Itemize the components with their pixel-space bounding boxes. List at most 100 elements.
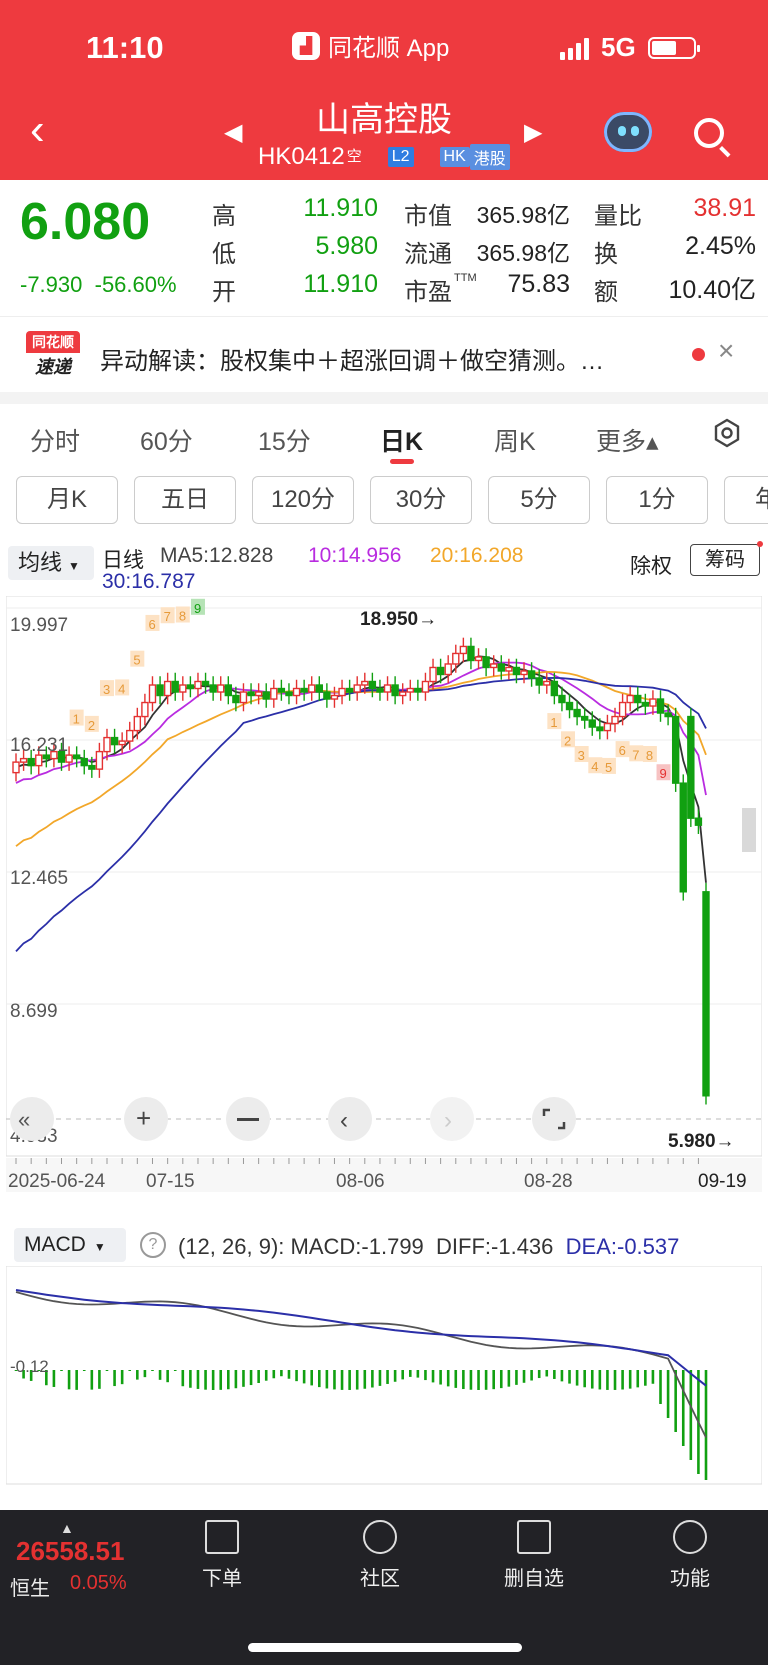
menu-icon [673, 1520, 707, 1554]
mktcap-label: 市值 [404, 203, 452, 230]
svg-text:+: + [136, 1103, 151, 1133]
macd-select[interactable]: MACD ▼ [14, 1228, 126, 1262]
section-gap [0, 392, 768, 404]
svg-text:«: « [18, 1107, 30, 1132]
td-up-mark: 2 [88, 718, 95, 733]
l2-badge[interactable]: L2 [387, 147, 414, 167]
td-down-mark: 7 [632, 747, 639, 762]
dropdown-icon: ▼ [93, 1240, 106, 1254]
candle-body [421, 680, 430, 693]
candle-body [361, 680, 369, 686]
candle-body [338, 687, 346, 697]
candle-body [80, 757, 88, 767]
next-stock-button[interactable]: ▶ [524, 118, 542, 147]
low-label: 低 [212, 241, 236, 268]
scroll-left-button[interactable]: ‹ [328, 1097, 372, 1141]
pill-five-day[interactable]: 五日 [134, 476, 236, 524]
ma-select[interactable]: 均线 ▼ [8, 546, 94, 580]
news-banner[interactable]: 同花顺 速递 异动解读：股权集中＋超涨回调＋做空猜测。… × [0, 316, 768, 393]
pill-1min[interactable]: 1分 [606, 476, 708, 524]
pill-30min[interactable]: 30分 [370, 476, 472, 524]
chuquan-toggle[interactable]: 除权 [630, 550, 672, 580]
hk-stock-badge: 港股 [469, 144, 510, 170]
zoom-out-button[interactable] [226, 1097, 270, 1141]
tab-more[interactable]: 更多▴ [596, 422, 659, 458]
expand-icon[interactable]: ▲ [60, 1520, 74, 1536]
prev-stock-button[interactable]: ◀ [224, 118, 242, 147]
zoom-in-button[interactable]: + [124, 1097, 168, 1141]
macd-zero-label: -0.12 [10, 1357, 49, 1376]
scroll-right-button[interactable]: › [430, 1097, 474, 1141]
fullscreen-button[interactable] [532, 1097, 576, 1141]
community-icon [363, 1520, 397, 1554]
macd-chart: -0.12 [6, 1266, 762, 1485]
candle-body [383, 684, 392, 693]
tab-15min[interactable]: 15分 [258, 422, 311, 458]
x-tick-2: 07-15 [146, 1171, 195, 1192]
assistant-robot-icon[interactable] [604, 112, 652, 152]
td-down-mark: 5 [605, 760, 612, 775]
stock-code: HK0412 [258, 143, 345, 170]
period-tabs: 分时 60分 15分 日K 周K 更多▴ [0, 404, 768, 470]
td-up-mark: 5 [133, 653, 140, 668]
tab-weekly-k[interactable]: 周K [494, 422, 536, 458]
high-label: 高 [212, 203, 236, 230]
candle-body [19, 757, 28, 763]
candle-body [353, 684, 361, 693]
candle-body [186, 684, 195, 690]
candle-body [436, 666, 445, 676]
rewind-button[interactable]: « [10, 1097, 54, 1141]
candle-body [520, 670, 528, 676]
candle-body [308, 684, 316, 693]
search-icon[interactable] [694, 118, 724, 148]
candle-body [391, 684, 399, 697]
candle-body [535, 677, 543, 686]
x-tick-3: 08-06 [336, 1171, 385, 1192]
pill-yearly[interactable]: 年 [724, 476, 768, 524]
mktcap-value: 365.98亿 [476, 202, 570, 228]
candle-body [315, 684, 323, 693]
pe-label: 市盈TTM [404, 272, 477, 306]
nav-order[interactable]: 下单 [182, 1520, 262, 1591]
candle-body [224, 684, 233, 697]
candle-body [103, 736, 111, 753]
candle-body [376, 687, 384, 693]
network-type: 5G [601, 32, 636, 62]
nav-functions[interactable]: 功能 [650, 1520, 730, 1591]
quote-panel: 6.080 -7.930 -56.60% 高 11.910 低 5.980 开 … [0, 180, 768, 315]
news-text[interactable]: 异动解读：股权集中＋超涨回调＋做空猜测。… [100, 341, 604, 376]
nav-community[interactable]: 社区 [340, 1520, 420, 1591]
candle-body [163, 680, 172, 697]
float-label: 流通 [404, 241, 452, 268]
candle-body [626, 694, 634, 704]
app-header: 11:10 ▟ 同花顺 App 5G ‹ 山高控股 ◀ ▶ HK0412 空 L… [0, 0, 768, 180]
max-price-label: 18.950→ [360, 609, 437, 630]
settings-icon[interactable] [712, 418, 742, 448]
help-icon[interactable]: ? [140, 1232, 166, 1258]
nav-remove-watchlist[interactable]: 删自选 [494, 1520, 574, 1591]
tab-fenshi[interactable]: 分时 [30, 422, 80, 458]
tab-daily-k[interactable]: 日K [380, 422, 423, 458]
pill-5min[interactable]: 5分 [488, 476, 590, 524]
candle-body [664, 712, 672, 718]
tab-60min[interactable]: 60分 [140, 422, 193, 458]
stock-code-row: HK0412 空 L2 HK 港股 [258, 143, 510, 171]
candle-body [634, 694, 642, 704]
active-tab-underline [390, 459, 414, 464]
candle-body [611, 715, 619, 725]
candle-body [285, 691, 293, 697]
ma30-value: 30:16.787 [102, 570, 196, 593]
candle-body [239, 691, 248, 704]
close-icon[interactable]: × [718, 335, 734, 367]
candle-body [368, 680, 377, 690]
candle-body [148, 684, 157, 704]
candle-body [345, 687, 354, 693]
kline-chart[interactable]: 1 23 4567 891234 56 7 89 18.950→ 5.980→ 19.997… [6, 596, 762, 1192]
y-tick-3: 12.465 [10, 868, 68, 889]
candle-body [12, 761, 20, 774]
pill-120min[interactable]: 120分 [252, 476, 354, 524]
chouma-button[interactable]: 筹码 [690, 541, 763, 576]
candle-body [649, 698, 657, 707]
index-value[interactable]: 26558.51 [16, 1536, 124, 1567]
pill-monthly[interactable]: 月K [16, 476, 118, 524]
